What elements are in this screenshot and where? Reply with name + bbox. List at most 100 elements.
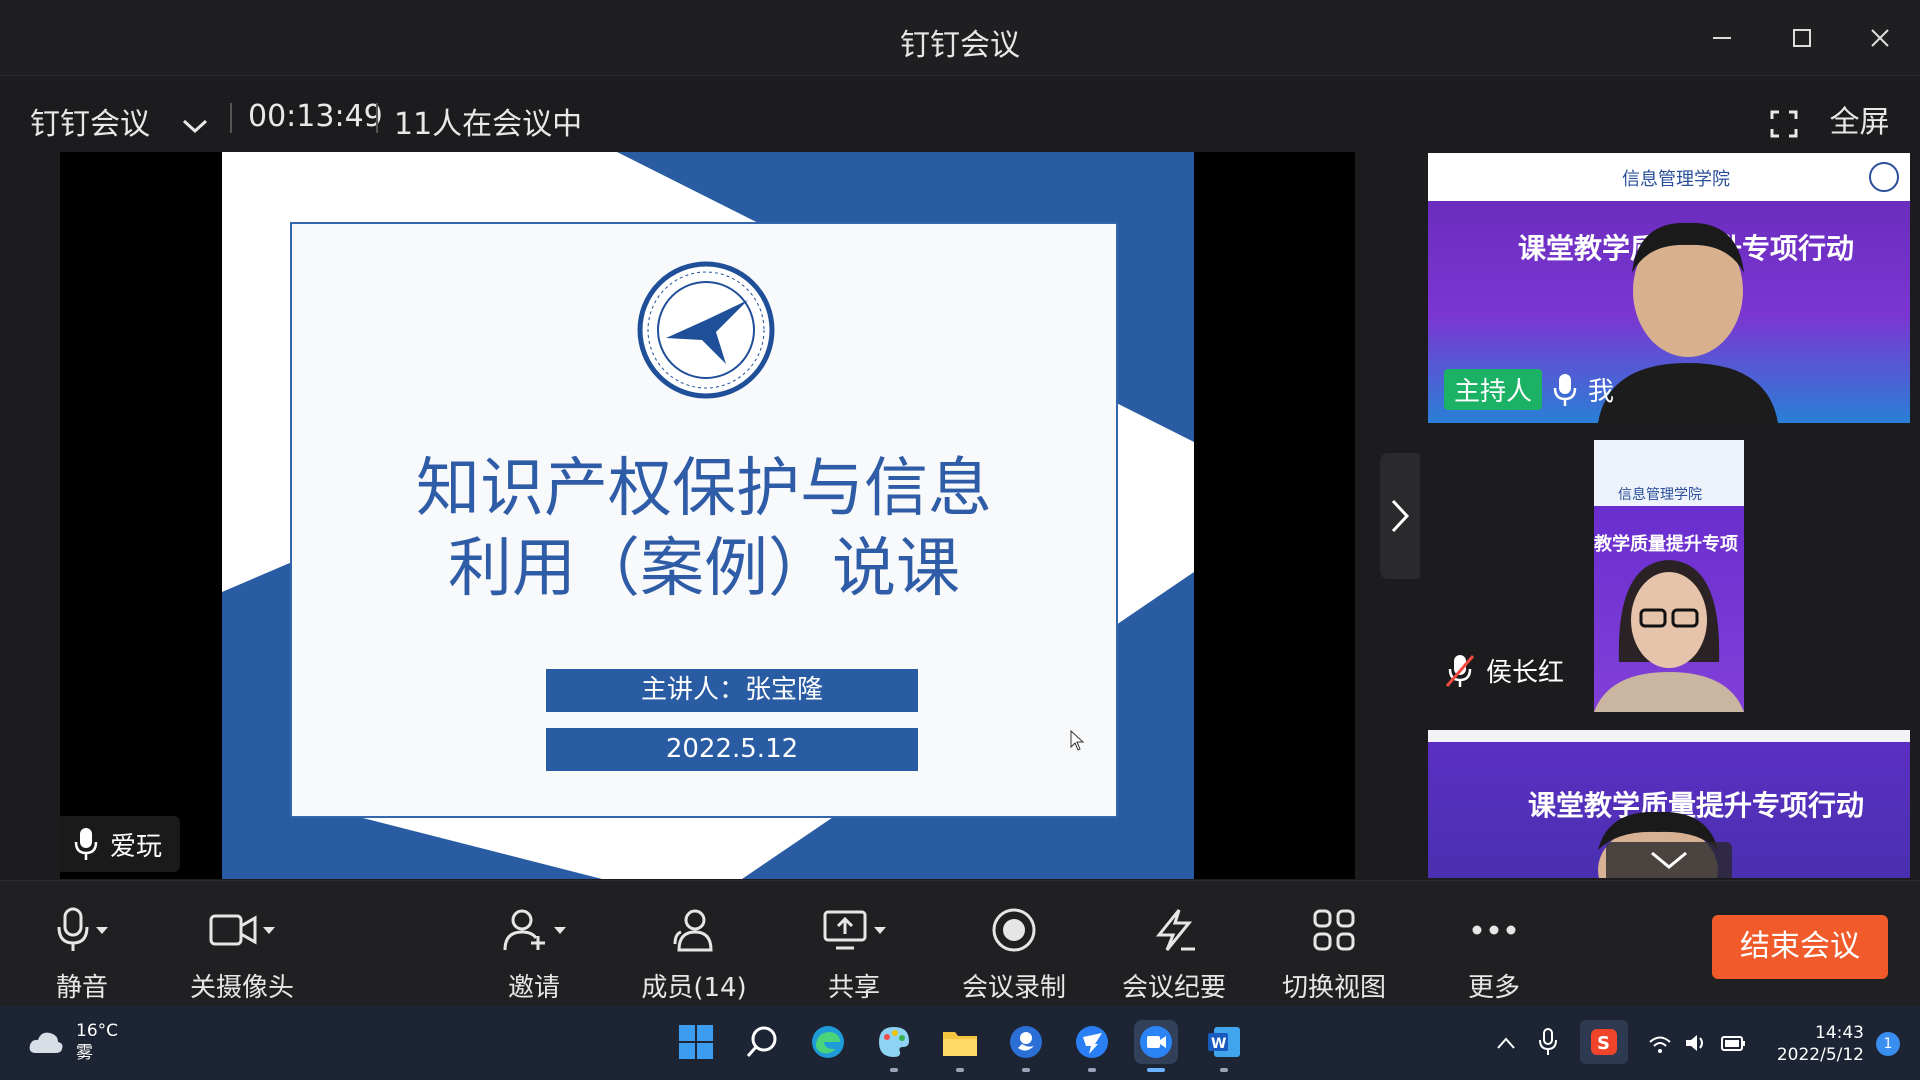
svg-text:S: S bbox=[1597, 1033, 1610, 1054]
speaker-name: 爱玩 bbox=[110, 831, 163, 862]
chevron-up-icon[interactable] bbox=[1496, 1036, 1516, 1050]
participant-name: 侯长红 bbox=[1486, 658, 1565, 688]
minimize-button[interactable] bbox=[1692, 18, 1752, 58]
clock-date: 2022/5/12 bbox=[1776, 1045, 1864, 1065]
weather-widget[interactable]: 16°C 雾 bbox=[28, 1020, 118, 1064]
shared-screen-stage[interactable]: 知识产权保护与信息 利用（案例）说课 主讲人：张宝隆 2022.5.12 爱玩 bbox=[60, 152, 1355, 879]
sogou-browser-button[interactable] bbox=[1004, 1020, 1048, 1072]
video-camera-icon bbox=[209, 914, 257, 946]
file-explorer-button[interactable] bbox=[938, 1020, 982, 1072]
running-indicator bbox=[890, 1068, 898, 1072]
invite-label: 邀请 bbox=[507, 973, 560, 1003]
tile-header-text: 信息管理学院 bbox=[1618, 487, 1702, 503]
divider bbox=[230, 103, 232, 133]
window-title: 钉钉会议 bbox=[900, 28, 1020, 63]
running-indicator bbox=[956, 1068, 964, 1072]
meeting-menu-label: 钉钉会议 bbox=[30, 107, 150, 142]
microphone-icon bbox=[74, 828, 98, 860]
running-indicator bbox=[1088, 1068, 1096, 1072]
participant-name: 我 bbox=[1588, 377, 1615, 407]
participant-count: 11人在会议中 bbox=[394, 107, 583, 142]
scroll-down-button[interactable] bbox=[1606, 842, 1732, 878]
close-button[interactable] bbox=[1850, 18, 1910, 58]
divider bbox=[376, 103, 378, 133]
caret-down-icon[interactable] bbox=[874, 926, 886, 934]
system-clock[interactable]: 14:43 2022/5/12 bbox=[1777, 1022, 1864, 1066]
svg-text:W: W bbox=[1211, 1036, 1226, 1052]
add-user-icon bbox=[503, 909, 545, 951]
notification-badge[interactable]: 1 bbox=[1876, 1032, 1900, 1056]
grid-view-icon bbox=[1313, 909, 1355, 951]
palette-icon bbox=[879, 1027, 909, 1057]
temperature: 16°C bbox=[76, 1021, 119, 1041]
battery-icon[interactable] bbox=[1720, 1032, 1748, 1054]
dingtalk-meeting-button[interactable] bbox=[1134, 1020, 1178, 1072]
more-button[interactable]: 更多 bbox=[1424, 903, 1564, 1004]
fullscreen-button[interactable]: 全屏 bbox=[1770, 97, 1890, 141]
running-indicator bbox=[1022, 1068, 1030, 1072]
os-taskbar: 16°C 雾 W S 14:43 2022/5/12 1 bbox=[0, 1006, 1920, 1080]
participant-tile-label: 侯长红 bbox=[1444, 652, 1564, 689]
weather-text: 雾 bbox=[76, 1043, 93, 1063]
start-button[interactable] bbox=[674, 1020, 718, 1064]
minutes-label: 会议纪要 bbox=[1121, 973, 1226, 1003]
browser-icon bbox=[1010, 1026, 1042, 1058]
participant-tile-host[interactable]: 信息管理学院 课堂教学质量提升专项行动 主持人 我 bbox=[1428, 153, 1910, 423]
participant-tile[interactable]: 信息管理学院 教学质量提升专项 侯长红 bbox=[1428, 440, 1910, 712]
microphone-icon bbox=[57, 907, 89, 951]
caret-down-icon[interactable] bbox=[263, 926, 275, 934]
caret-down-icon[interactable] bbox=[96, 926, 108, 934]
expand-panel-button[interactable] bbox=[1380, 453, 1420, 579]
school-emblem-icon bbox=[1869, 162, 1899, 192]
slide-content-frame: 知识产权保护与信息 利用（案例）说课 主讲人：张宝隆 2022.5.12 bbox=[290, 222, 1118, 818]
participant-video-silhouette bbox=[1594, 560, 1744, 712]
host-tile-label: 主持人 我 bbox=[1444, 369, 1614, 410]
edge-browser-button[interactable] bbox=[806, 1020, 850, 1064]
camera-off-label: 关摄像头 bbox=[189, 973, 294, 1003]
camera-off-button[interactable]: 关摄像头 bbox=[172, 903, 312, 1004]
slide-title: 知识产权保护与信息 利用（案例）说课 bbox=[292, 449, 1116, 609]
meeting-menu[interactable]: 钉钉会议 bbox=[30, 99, 208, 143]
chevron-down-icon bbox=[182, 119, 207, 133]
cloud-icon bbox=[29, 1032, 63, 1053]
maximize-icon bbox=[1793, 29, 1811, 47]
maximize-button[interactable] bbox=[1772, 18, 1832, 58]
end-meeting-button[interactable]: 结束会议 bbox=[1712, 915, 1888, 979]
tray-microphone-icon[interactable] bbox=[1538, 1028, 1558, 1056]
search-taskbar-button[interactable] bbox=[740, 1020, 784, 1064]
title-bar: 钉钉会议 bbox=[0, 0, 1920, 76]
members-button[interactable]: 成员(14) bbox=[624, 903, 764, 1004]
share-button[interactable]: 共享 bbox=[784, 903, 924, 1004]
dingtalk-icon bbox=[1076, 1026, 1108, 1058]
slide-title-line2: 利用（案例）说课 bbox=[448, 532, 960, 606]
presentation-slide: 知识产权保护与信息 利用（案例）说课 主讲人：张宝隆 2022.5.12 bbox=[222, 152, 1194, 879]
paint-app-button[interactable] bbox=[872, 1020, 916, 1072]
running-indicator bbox=[1220, 1068, 1228, 1072]
mute-button[interactable]: 静音 bbox=[12, 903, 152, 1004]
muted-microphone-icon bbox=[1445, 654, 1475, 687]
fullscreen-label: 全屏 bbox=[1829, 105, 1890, 140]
word-document-icon: W bbox=[1208, 1027, 1240, 1057]
switch-view-button[interactable]: 切换视图 bbox=[1264, 903, 1404, 1004]
wifi-icon[interactable] bbox=[1648, 1034, 1672, 1054]
invite-button[interactable]: 邀请 bbox=[464, 903, 604, 1004]
active-indicator bbox=[1147, 1068, 1165, 1072]
elapsed-time: 00:13:49 bbox=[248, 99, 383, 134]
input-method-button[interactable]: S bbox=[1580, 1020, 1628, 1064]
record-button[interactable]: 会议录制 bbox=[944, 903, 1084, 1004]
caret-down-icon[interactable] bbox=[554, 926, 566, 934]
slide-title-line1: 知识产权保护与信息 bbox=[416, 452, 992, 526]
chevron-down-icon bbox=[1651, 851, 1687, 869]
minutes-button[interactable]: 会议纪要 bbox=[1104, 903, 1244, 1004]
date-bar: 2022.5.12 bbox=[546, 728, 918, 771]
share-label: 共享 bbox=[827, 973, 880, 1003]
participant-tile[interactable]: 课堂教学质量提升专项行动 bbox=[1428, 730, 1910, 878]
record-label: 会议录制 bbox=[961, 973, 1066, 1003]
word-app-button[interactable]: W bbox=[1202, 1020, 1246, 1072]
more-dots-icon bbox=[1472, 925, 1516, 935]
more-label: 更多 bbox=[1467, 973, 1520, 1003]
participant-video-silhouette bbox=[1598, 222, 1778, 423]
volume-icon[interactable] bbox=[1684, 1032, 1708, 1054]
dingtalk-button[interactable] bbox=[1070, 1020, 1114, 1072]
sogou-ime-icon: S bbox=[1591, 1029, 1617, 1055]
